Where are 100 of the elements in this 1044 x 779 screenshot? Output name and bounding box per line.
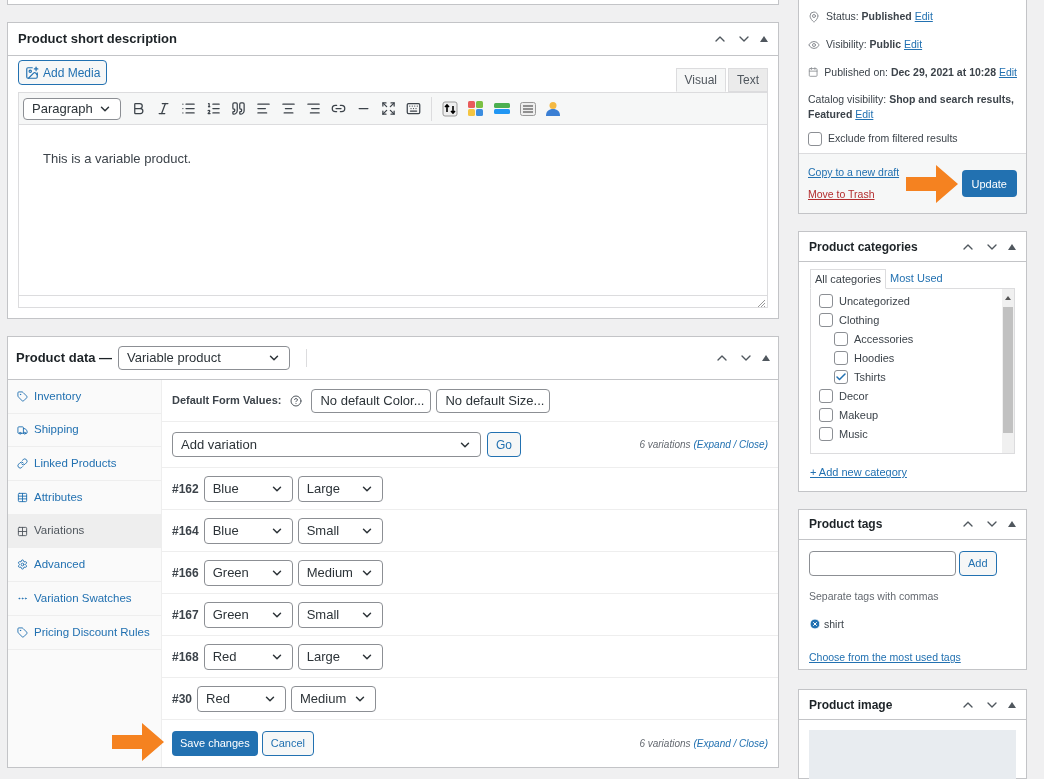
category-label: Clothing (839, 312, 880, 328)
edit-link[interactable]: Edit (855, 108, 874, 121)
product-data-tab[interactable]: Attributes (8, 481, 161, 515)
trash-link[interactable]: Move to Trash (808, 186, 900, 203)
align-right-icon[interactable] (306, 101, 321, 116)
italic-icon[interactable] (156, 101, 171, 116)
variation-attribute-select[interactable]: Medium (297, 559, 383, 586)
variation-id: #168 (172, 648, 199, 666)
truck-icon (17, 424, 28, 436)
lines-icon[interactable] (520, 101, 536, 116)
format-select[interactable]: Paragraph (23, 97, 121, 120)
checkbox[interactable] (819, 426, 833, 441)
variation-id: #30 (172, 690, 193, 708)
colorful-blocks-icon[interactable] (468, 100, 484, 117)
variation-id: #166 (172, 564, 199, 582)
table-icon (17, 491, 28, 503)
remove-icon[interactable] (809, 618, 821, 631)
variation-attribute-select[interactable]: Medium (291, 685, 377, 712)
stacked-bars-icon[interactable] (494, 102, 510, 115)
most-used-tags-link[interactable]: Choose from the most used tags (809, 650, 1016, 667)
product-type-select[interactable]: Variable product (118, 346, 291, 370)
category-tab[interactable]: All categories (810, 269, 887, 290)
product-data-tab[interactable]: Pricing Discount Rules (8, 615, 161, 650)
variation-attribute-select[interactable]: Large (297, 475, 383, 502)
product-data-tab[interactable]: Linked Products (8, 447, 161, 482)
user-icon[interactable] (546, 101, 560, 116)
gear-icon (17, 559, 28, 571)
scrollbar[interactable] (1002, 289, 1014, 454)
keyboard-icon[interactable] (406, 101, 421, 116)
pin-icon (808, 10, 820, 23)
collapse-icon[interactable] (1008, 701, 1016, 708)
product-data-tab[interactable]: Shipping (8, 413, 161, 448)
checkbox[interactable] (819, 293, 833, 308)
collapse-icon[interactable] (1008, 243, 1016, 250)
checkbox[interactable] (834, 369, 848, 384)
variation-attribute-select[interactable]: Red (197, 685, 287, 712)
grid-icon (17, 525, 28, 537)
product-data-tab[interactable]: Advanced (8, 548, 161, 583)
default-color-select[interactable]: No default Color... (311, 388, 432, 413)
copy-draft-link[interactable]: Copy to a new draft (808, 165, 900, 181)
category-label: Tshirts (854, 369, 886, 385)
numbered-list-icon[interactable] (206, 101, 221, 116)
link-icon (17, 458, 28, 470)
collapse-icon[interactable] (1008, 521, 1016, 528)
variation-attribute-select[interactable]: Red (203, 643, 293, 670)
category-label: Hoodies (854, 350, 895, 366)
tag-input[interactable] (809, 550, 956, 576)
checkbox[interactable] (819, 407, 833, 422)
editor-tab[interactable]: Visual (675, 68, 726, 92)
variation-attribute-select[interactable]: Green (203, 559, 293, 586)
quote-icon[interactable] (231, 101, 246, 116)
variation-id: #162 (172, 480, 199, 498)
category-label: Accessories (854, 331, 914, 347)
bullet-list-icon[interactable] (181, 101, 196, 116)
variation-attribute-select[interactable]: Blue (203, 517, 293, 544)
add-variation-select[interactable]: Add variation (172, 432, 481, 457)
edit-link[interactable]: Edit (914, 10, 933, 22)
tag-label: shirt (824, 616, 844, 632)
product-data-tab[interactable]: Variation Swatches (8, 582, 161, 616)
variation-attribute-select[interactable]: Green (203, 601, 293, 628)
variation-attribute-select[interactable]: Large (297, 643, 383, 670)
default-size-select[interactable]: No default Size... (436, 388, 551, 413)
category-label: Decor (839, 388, 869, 404)
checkbox[interactable] (834, 331, 848, 346)
add-tag-button[interactable]: Add (959, 550, 997, 576)
save-changes-button[interactable]: Save changes (172, 731, 258, 756)
checkbox[interactable] (808, 132, 822, 147)
edit-link[interactable]: Edit (998, 65, 1017, 78)
fullscreen-icon[interactable] (381, 101, 396, 116)
bold-icon[interactable] (131, 101, 146, 116)
align-center-icon[interactable] (281, 101, 296, 116)
checkbox[interactable] (834, 350, 848, 365)
add-media-button[interactable]: Add Media (18, 60, 108, 85)
checkbox[interactable] (819, 388, 833, 403)
align-left-icon[interactable] (256, 101, 271, 116)
editor-tab[interactable]: Text (728, 68, 768, 92)
expand-close-link[interactable]: (Expand / Close) (693, 736, 768, 751)
cancel-button[interactable]: Cancel (261, 731, 314, 756)
variation-attribute-select[interactable]: Small (297, 601, 383, 628)
resize-handle-icon[interactable] (758, 300, 765, 307)
edit-link[interactable]: Edit (904, 37, 923, 50)
help-icon[interactable] (290, 394, 303, 407)
catalog-visibility: Catalog visibility: Shop and search results, Featured Edit (808, 92, 1015, 123)
product-data-tab[interactable]: Variations (8, 514, 161, 549)
expand-close-link[interactable]: (Expand / Close) (693, 437, 768, 452)
plugin-icon[interactable] (442, 100, 458, 117)
hint-text: Separate tags with commas (809, 588, 940, 604)
category-tab[interactable]: Most Used (886, 268, 947, 289)
update-button[interactable]: Update (961, 170, 1017, 198)
collapse-icon[interactable] (762, 355, 770, 361)
checkbox[interactable] (819, 312, 833, 327)
product-data-tab[interactable]: Inventory (8, 380, 161, 414)
collapse-icon[interactable] (760, 36, 768, 42)
variation-attribute-select[interactable]: Blue (203, 475, 293, 502)
scroll-up-icon[interactable] (1005, 296, 1011, 301)
add-category-link[interactable]: + Add new category (810, 464, 1015, 481)
go-button[interactable]: Go (487, 432, 521, 457)
panel-title: Product tags (809, 516, 883, 534)
variation-attribute-select[interactable]: Small (297, 517, 383, 544)
variation-count: 6 variations (639, 737, 691, 751)
